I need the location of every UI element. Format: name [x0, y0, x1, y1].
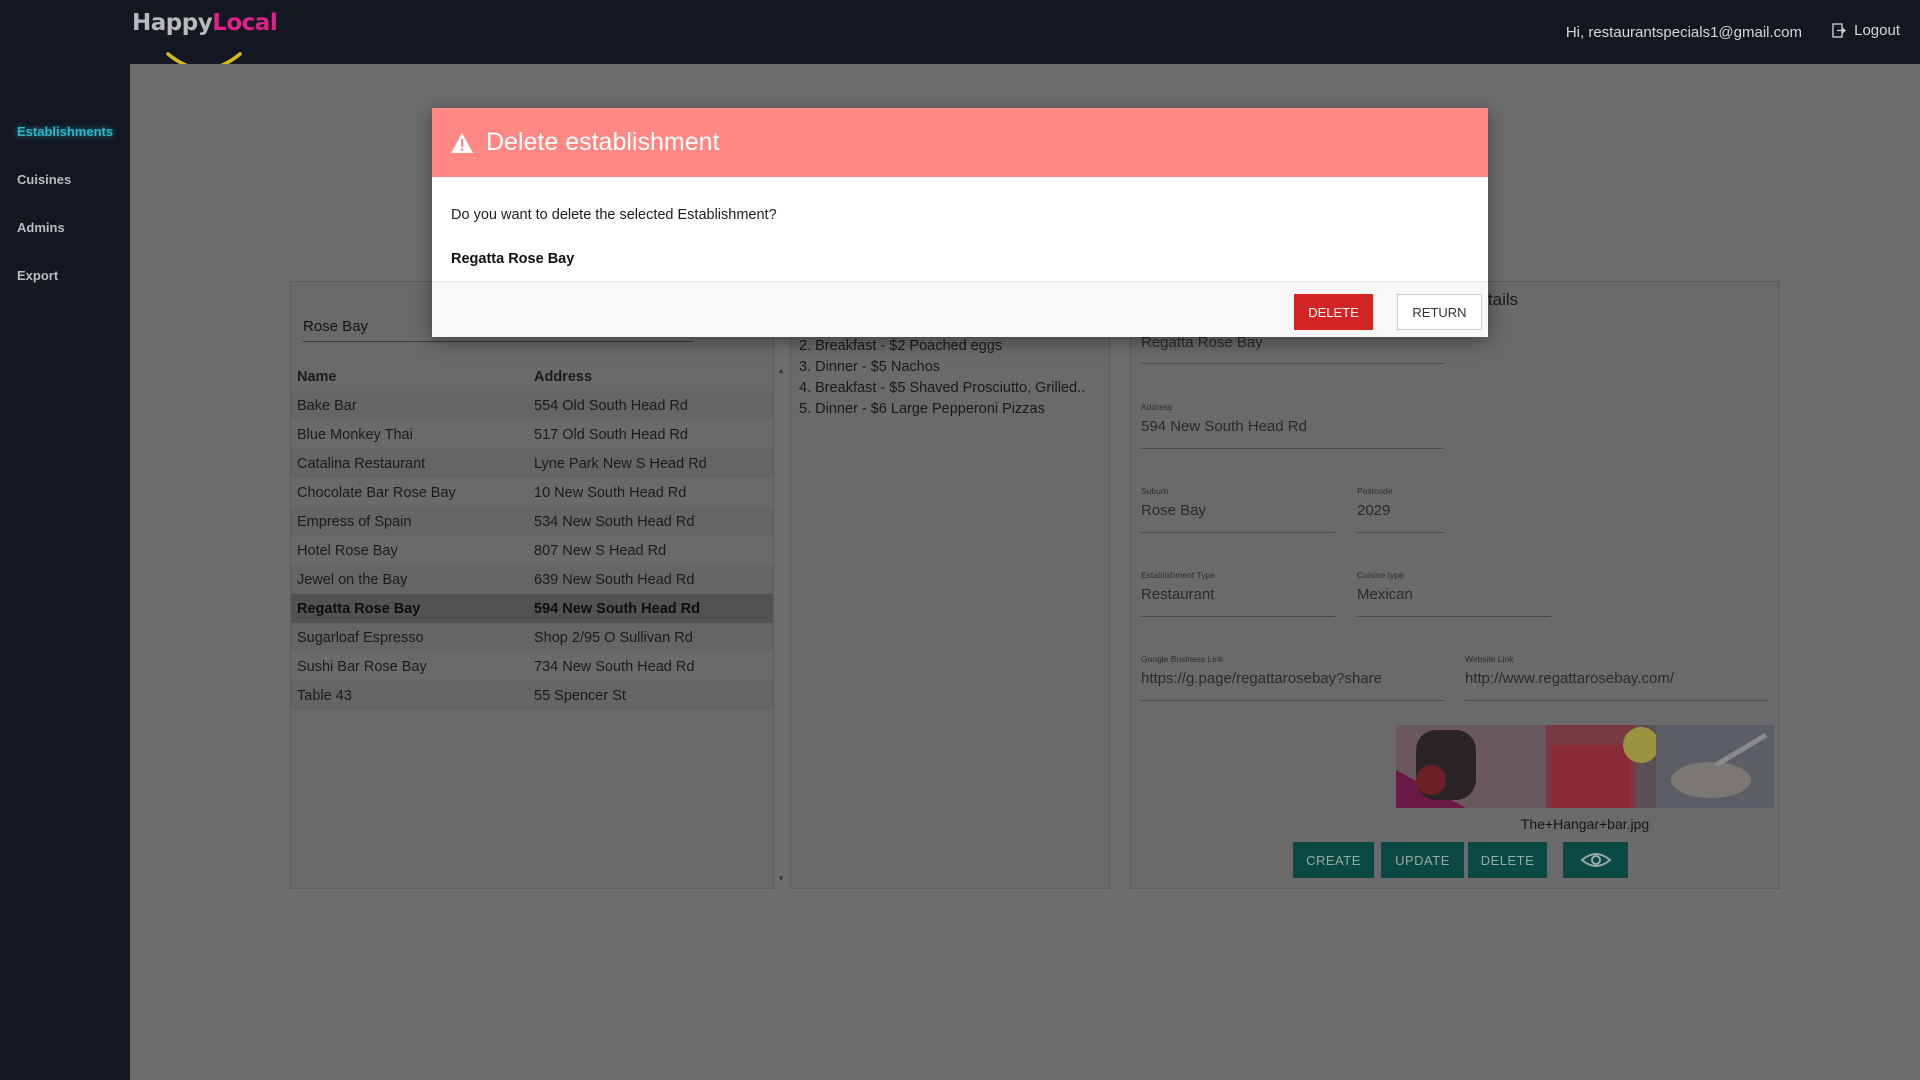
column-header-name[interactable]: Name [291, 369, 534, 385]
cell-name: Chocolate Bar Rose Bay [297, 484, 456, 501]
scroll-up-icon[interactable]: ▲ [777, 366, 785, 375]
sidebar-item-admins[interactable]: Admins [17, 220, 65, 235]
happylocal-logo[interactable]: HappyLocal [132, 10, 278, 71]
sidebar-item-establishments[interactable]: Establishments [17, 124, 113, 139]
cell-address: 639 New South Head Rd [534, 571, 695, 588]
establishment-type-value: Restaurant [1141, 586, 1215, 603]
website-link-label: Website Link [1465, 654, 1514, 664]
postcode-value: 2029 [1357, 502, 1391, 519]
user-greeting: Hi, restaurantspecials1@gmail.com [1565, 24, 1802, 41]
cell-address: 55 Spencer St [534, 687, 626, 704]
cell-name: Hotel Rose Bay [297, 542, 398, 559]
cell-address: 10 New South Head Rd [534, 484, 687, 501]
dialog-message: Do you want to delete the selected Estab… [451, 207, 777, 223]
table-row[interactable]: Jewel on the Bay 639 New South Head Rd [291, 565, 773, 594]
confirm-delete-button[interactable]: DELETE [1294, 294, 1373, 330]
address-field[interactable]: Address 594 New South Head Rd [1141, 402, 1444, 449]
postcode-field[interactable]: Postcode 2029 [1357, 486, 1444, 533]
create-button[interactable]: CREATE [1293, 842, 1374, 878]
update-button[interactable]: UPDATE [1381, 842, 1464, 878]
cell-name: Sushi Bar Rose Bay [297, 658, 427, 675]
dialog-footer: DELETE RETURN [432, 281, 1488, 337]
logo-word-local: Local [212, 10, 278, 36]
table-row[interactable]: Sugarloaf Espresso Shop 2/95 O Sullivan R… [291, 623, 773, 652]
cuisine-type-select[interactable]: Cuisine type Mexican [1357, 570, 1551, 617]
suburb-field[interactable]: Suburb Rose Bay [1141, 486, 1335, 533]
address-value: 594 New South Head Rd [1141, 418, 1307, 435]
google-link-label: Google Business Link [1141, 654, 1224, 664]
dialog-header: Delete establishment [432, 108, 1488, 177]
preview-button[interactable] [1563, 842, 1628, 878]
cell-address: Shop 2/95 O Sullivan Rd [534, 629, 693, 646]
table-header: Name Address [291, 362, 773, 391]
special-item[interactable]: 2. Breakfast - $2 Poached eggs [799, 336, 1085, 357]
specials-list: 2. Breakfast - $2 Poached eggs 3. Dinner… [799, 336, 1085, 420]
sidebar-item-cuisines[interactable]: Cuisines [17, 172, 71, 187]
establishment-type-select[interactable]: Establishment Type Restaurant [1141, 570, 1335, 617]
postcode-label: Postcode [1357, 486, 1393, 496]
cell-name: Bake Bar [297, 397, 357, 414]
image-caption: The+Hangar+bar.jpg [1520, 816, 1650, 832]
logout-icon [1832, 23, 1847, 38]
specials-panel: 2. Breakfast - $2 Poached eggs 3. Dinner… [790, 281, 1248, 889]
cell-name: Table 43 [297, 687, 352, 704]
logout-label: Logout [1854, 22, 1900, 39]
establishments-table: Name Address Bake Bar 554 Old South Head … [291, 362, 773, 710]
google-link-value: https://g.page/regattarosebay?share [1141, 670, 1382, 687]
table-row[interactable]: Sushi Bar Rose Bay 734 New South Head Rd [291, 652, 773, 681]
scroll-down-icon[interactable]: ▼ [777, 874, 785, 883]
cell-name: Blue Monkey Thai [297, 426, 413, 443]
table-row[interactable]: Blue Monkey Thai 517 Old South Head Rd [291, 420, 773, 449]
establishment-image [1396, 725, 1774, 808]
address-label: Address [1141, 402, 1173, 412]
column-header-address[interactable]: Address [534, 369, 773, 385]
details-panel: details Regatta Rose Bay Address 594 New… [1130, 281, 1780, 889]
special-item[interactable]: 5. Dinner - $6 Large Pepperoni Pizzas [799, 399, 1085, 420]
dialog-body: Do you want to delete the selected Estab… [432, 177, 1488, 281]
logo-word-happy: Happy [132, 10, 213, 36]
cell-address: Lyne Park New S Head Rd [534, 455, 707, 472]
cell-address: 534 New South Head Rd [534, 513, 695, 530]
table-row[interactable]: Chocolate Bar Rose Bay 10 New South Head … [291, 478, 773, 507]
table-row[interactable]: Catalina Restaurant Lyne Park New S Head … [291, 449, 773, 478]
table-row[interactable]: Empress of Spain 534 New South Head Rd [291, 507, 773, 536]
cell-name: Catalina Restaurant [297, 455, 426, 472]
cell-address: 734 New South Head Rd [534, 658, 695, 675]
return-button[interactable]: RETURN [1397, 294, 1482, 330]
website-link-field[interactable]: Website Link http://www.regattarosebay.c… [1465, 654, 1768, 701]
cell-name: Regatta Rose Bay [297, 600, 421, 617]
eye-icon [1579, 853, 1612, 867]
delete-establishment-dialog: Delete establishment Do you want to dele… [432, 108, 1488, 337]
cuisine-type-value: Mexican [1357, 586, 1413, 603]
dialog-establishment-name: Regatta Rose Bay [451, 251, 575, 267]
cell-address: 594 New South Head Rd [534, 600, 700, 617]
cell-name: Empress of Spain [297, 513, 412, 530]
special-item[interactable]: 3. Dinner - $5 Nachos [799, 357, 1085, 378]
top-bar: HappyLocal Hi, restaurantspecials1@gmail… [0, 0, 1920, 71]
google-link-field[interactable]: Google Business Link https://g.page/rega… [1141, 654, 1444, 701]
delete-button[interactable]: DELETE [1468, 842, 1547, 878]
sidebar: Establishments Cuisines Admins Export [0, 64, 130, 1080]
cell-name: Sugarloaf Espresso [297, 629, 424, 646]
logout-button[interactable]: Logout [1832, 22, 1900, 39]
sidebar-item-export[interactable]: Export [17, 268, 58, 283]
table-row[interactable]: Regatta Rose Bay 594 New South Head Rd [291, 594, 773, 623]
cuisine-type-label: Cuisine type [1357, 570, 1404, 580]
website-link-value: http://www.regattarosebay.com/ [1465, 670, 1674, 687]
cell-address: 517 Old South Head Rd [534, 426, 688, 443]
table-row[interactable]: Table 43 55 Spencer St [291, 681, 773, 710]
special-item[interactable]: 4. Breakfast - $5 Shaved Prosciutto, Gri… [799, 378, 1085, 399]
suburb-label: Suburb [1141, 486, 1169, 496]
cell-address: 554 Old South Head Rd [534, 397, 688, 414]
suburb-value: Rose Bay [1141, 502, 1207, 519]
warning-icon [451, 132, 473, 153]
cell-name: Jewel on the Bay [297, 571, 408, 588]
table-row[interactable]: Bake Bar 554 Old South Head Rd [291, 391, 773, 420]
table-row[interactable]: Hotel Rose Bay 807 New S Head Rd [291, 536, 773, 565]
establishment-type-label: Establishment Type [1141, 570, 1216, 580]
cell-address: 807 New S Head Rd [534, 542, 667, 559]
dialog-title: Delete establishment [486, 128, 720, 156]
establishments-panel: Rose Bay Name Address Bake Bar 554 Old So… [290, 281, 785, 889]
